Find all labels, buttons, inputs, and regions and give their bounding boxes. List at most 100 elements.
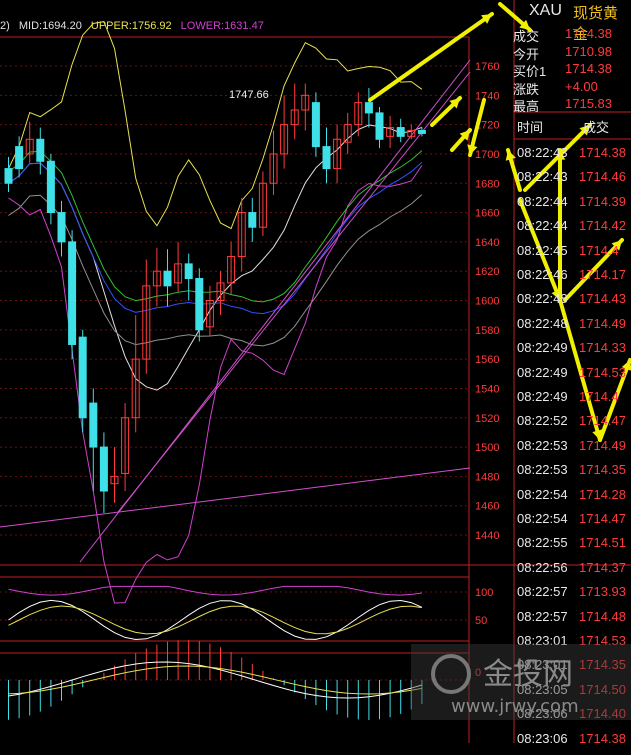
candle (280, 95, 289, 169)
trade-time: 08:22:57 (517, 608, 568, 624)
trade-time: 08:22:43 (517, 169, 568, 185)
trade-price: 1714.48 (579, 608, 626, 624)
trade-row[interactable]: 08:22:43 1714.38 (517, 145, 631, 169)
trade-row[interactable]: 08:22:53 1714.49 (517, 438, 631, 462)
trade-time: 08:22:46 (517, 267, 568, 282)
trade-row[interactable]: 08:22:49 1714.53 (517, 365, 631, 389)
mid-readout: MID:1694.20 (18, 20, 82, 32)
y-tick-label: 1640 (475, 237, 499, 249)
price-axis: 1760174017201700168016601640162016001580… (475, 61, 499, 542)
quote-value: 1714.38 (565, 26, 612, 41)
trade-time: 08:22:48 (517, 291, 568, 307)
lower-readout: LOWER:1631.47 (180, 20, 264, 32)
quote-label: 成交 (513, 29, 540, 44)
trade-time: 08:22:53 (517, 437, 568, 453)
trade-row[interactable]: 08:22:53 1714.35 (517, 462, 631, 486)
trade-row[interactable]: 08:22:52 1714.47 (517, 413, 631, 437)
trade-price: 1714.51 (579, 535, 626, 551)
trade-price: 1714.38 (579, 145, 626, 160)
y-tick-label: 1660 (475, 208, 499, 220)
quote-panel: XAU 现货黄金 成交 1714.38 今开 1710.98 买价1 1714.38 涨跌 +… (511, 0, 631, 746)
trade-price: 1714.49 (579, 315, 626, 331)
y-tick-label: 1460 (475, 501, 499, 513)
trade-row[interactable]: 08:22:55 1714.51 (517, 535, 631, 559)
quote-label: 涨跌 (513, 81, 540, 97)
trade-time: 08:22:48 (517, 315, 568, 331)
watermark: 金投网 www.jrwy.com (411, 644, 631, 720)
candle (248, 197, 257, 242)
trade-row[interactable]: 08:22:48 1714.49 (517, 316, 631, 340)
trade-row[interactable]: 08:22:43 1714.46 (517, 169, 631, 193)
trade-time: 08:22:56 (517, 559, 568, 575)
y-tick-label: 1540 (475, 383, 499, 395)
trade-time: 08:22:49 (517, 340, 568, 356)
trade-row[interactable]: 08:22:57 1714.48 (517, 609, 631, 633)
candle (205, 285, 214, 336)
trade-row[interactable]: 08:22:46 1714.17 (517, 267, 631, 291)
candle (15, 136, 24, 178)
quote-row: 涨跌 +4.00 (513, 78, 631, 97)
arrow-line (368, 12, 494, 102)
quote-value: 1715.83 (565, 96, 612, 111)
trade-price: 1714.46 (579, 169, 626, 185)
trade-row[interactable]: 08:22:45 1714.4 (517, 243, 631, 267)
y-tick-label: 1740 (475, 90, 499, 102)
trade-price: 1714.33 (579, 340, 626, 356)
y-tick-label: 1680 (475, 178, 499, 190)
y-tick-label: 1700 (475, 149, 499, 161)
y-tick-label: 1520 (475, 413, 499, 425)
candle (375, 107, 384, 149)
trade-time: 08:22:54 (517, 486, 568, 502)
trade-row[interactable]: 08:22:44 1714.42 (517, 218, 631, 242)
trade-price: 1714.35 (579, 462, 626, 478)
candle (25, 121, 34, 163)
quote-row: 最高 1715.83 (513, 96, 631, 114)
trade-price: 1714.39 (579, 193, 626, 209)
quote-value: +4.00 (565, 78, 598, 94)
trade-price: 1714.38 (579, 730, 626, 746)
quote-row: 成交 1714.38 (513, 26, 631, 44)
trade-price: 1714.4 (579, 389, 619, 404)
quote-value: 1710.98 (565, 43, 612, 59)
trade-time: 08:22:57 (517, 584, 568, 600)
y-tick-label: 1560 (475, 354, 499, 366)
trade-row[interactable]: 08:22:54 1714.47 (517, 511, 631, 535)
candle (142, 259, 151, 374)
macd-panel: 0 (0, 640, 481, 720)
trade-time: 08:22:55 (517, 535, 568, 551)
indicator-header: 2) MID:1694.20 UPPER:1756.92 LOWER:1631.… (0, 20, 270, 36)
y-tick-label: 1480 (475, 471, 499, 483)
trade-time: 08:22:49 (517, 364, 568, 380)
y-tick-label: 1600 (475, 296, 499, 308)
candle (333, 124, 342, 184)
candle (386, 115, 395, 149)
lower-band-line (8, 165, 423, 604)
trade-row[interactable]: 08:22:48 1714.43 (517, 291, 631, 315)
candle (163, 249, 172, 307)
candle (364, 87, 373, 128)
trade-price: 1714.47 (579, 413, 626, 429)
trade-price: 1714.28 (579, 486, 626, 502)
trade-row[interactable]: 08:22:56 1714.37 (517, 560, 631, 584)
trades-header-price: 成交 (583, 120, 610, 135)
trade-price: 1714.43 (579, 291, 626, 307)
candle (343, 112, 352, 154)
trade-price: 1714.49 (579, 437, 626, 453)
trade-price: 1714.17 (579, 267, 626, 282)
trade-row[interactable]: 08:22:54 1714.28 (517, 487, 631, 511)
header-prefix: 2) (0, 20, 10, 32)
candle (4, 156, 13, 193)
trade-row[interactable]: 08:22:44 1714.39 (517, 194, 631, 218)
osc-line (8, 585, 422, 596)
candle (396, 118, 405, 143)
osc-tick-label: 50 (475, 615, 487, 627)
y-tick-label: 1620 (475, 266, 499, 278)
trade-row[interactable]: 08:22:57 1713.93 (517, 584, 631, 608)
trade-row[interactable]: 08:22:49 1714.4 (517, 389, 631, 413)
trade-row[interactable]: 08:22:49 1714.33 (517, 340, 631, 364)
trade-time: 08:22:44 (517, 193, 568, 209)
candle (121, 403, 130, 492)
watermark-url: www.jrwy.com (451, 696, 579, 717)
y-tick-label: 1500 (475, 442, 499, 454)
watermark-logo-icon (431, 654, 471, 694)
